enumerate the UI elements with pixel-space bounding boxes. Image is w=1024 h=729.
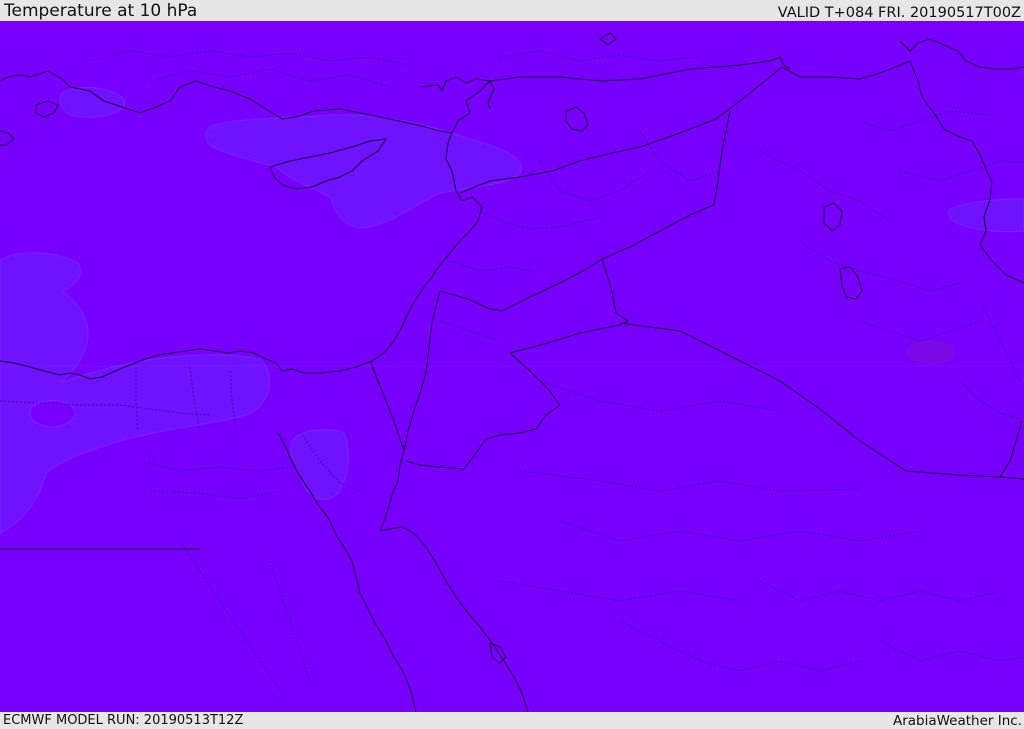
footer-bar: ECMWF MODEL RUN: 20190513T12Z ArabiaWeat… — [0, 712, 1024, 729]
header-bar: Temperature at 10 hPa VALID T+084 FRI. 2… — [0, 0, 1024, 21]
map-canvas — [0, 21, 1024, 712]
map-title: Temperature at 10 hPa — [4, 1, 198, 21]
valid-time-label: VALID T+084 FRI. 20190517T00Z — [777, 5, 1021, 21]
credit-label: ArabiaWeather Inc. — [892, 713, 1022, 729]
model-run-label: ECMWF MODEL RUN: 20190513T12Z — [3, 713, 244, 728]
warm-pocket-iraq — [906, 340, 955, 364]
weather-map — [0, 21, 1024, 712]
